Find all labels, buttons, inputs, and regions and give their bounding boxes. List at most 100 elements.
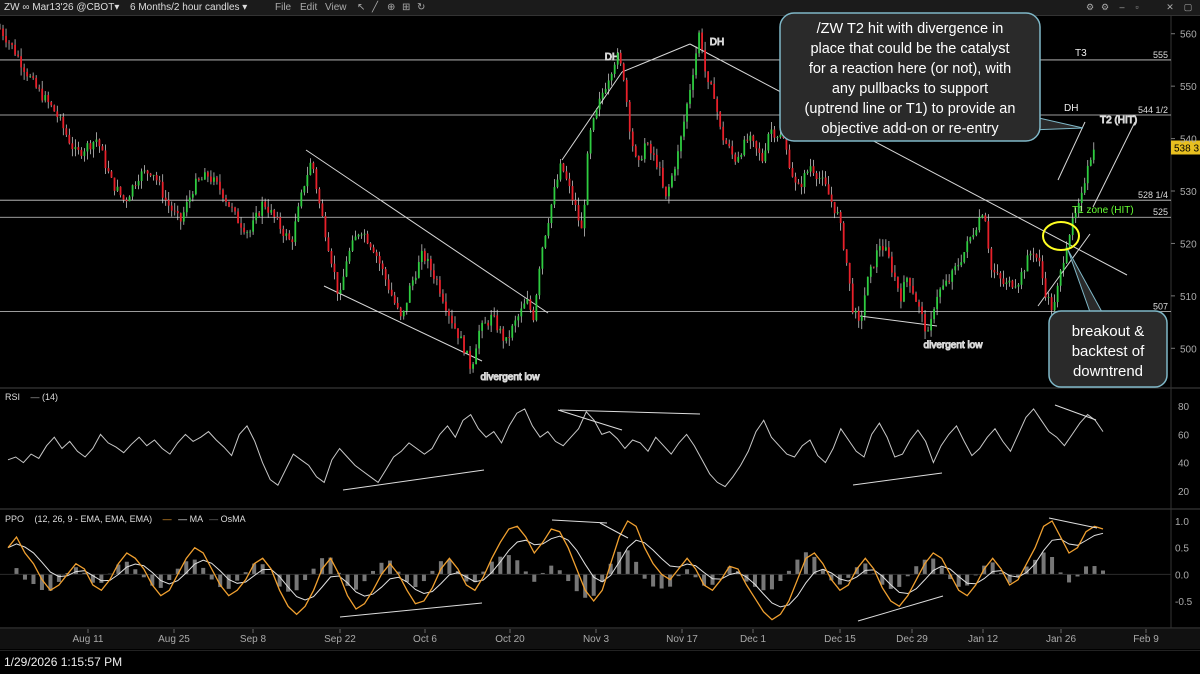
candle-body	[578, 205, 580, 220]
candle-body	[975, 230, 977, 235]
candle-body	[593, 118, 595, 130]
candle-body	[1081, 193, 1083, 203]
candle-body	[349, 251, 351, 262]
rsi-axis-label: 60	[1178, 430, 1190, 441]
candle-body	[129, 197, 131, 202]
candle-body	[978, 217, 980, 230]
candle-body	[906, 278, 908, 282]
candle-body	[469, 351, 471, 369]
candle-body	[641, 159, 643, 160]
candle-body	[795, 177, 797, 183]
candle-body	[207, 172, 209, 176]
candle-body	[303, 186, 305, 192]
candle-body	[213, 177, 215, 181]
level-tag: 544 1/2	[1138, 105, 1168, 115]
osma-bar	[422, 574, 426, 581]
candle-body	[999, 273, 1001, 278]
candle-body	[659, 167, 661, 168]
candle-body	[427, 259, 429, 261]
candle-body	[746, 140, 748, 141]
ppo-axis-label: 0.5	[1175, 544, 1189, 555]
candle-body	[68, 135, 70, 144]
candle-body	[819, 178, 821, 179]
candle-body	[1039, 258, 1041, 261]
osma-bar	[507, 555, 511, 574]
candle-body	[409, 286, 411, 303]
candle-body	[315, 169, 317, 189]
candle-body	[325, 216, 327, 237]
candle-body	[74, 147, 76, 149]
candle-body	[1042, 261, 1044, 278]
candle-body	[596, 109, 598, 118]
osma-bar	[795, 560, 799, 575]
candle-body	[1063, 263, 1065, 271]
x-axis-label: Dec 1	[740, 634, 767, 645]
candle-body	[189, 198, 191, 202]
candle-body	[635, 146, 637, 156]
candle-body	[397, 303, 399, 308]
candle-body	[1051, 297, 1053, 310]
candle-body	[728, 144, 730, 146]
candle-body	[734, 154, 736, 161]
candle-body	[502, 329, 504, 341]
osma-bar	[566, 574, 570, 581]
dh-label: DH	[710, 37, 724, 48]
osma-bar	[965, 574, 969, 585]
trendline	[1093, 122, 1135, 207]
candle-body	[529, 299, 531, 310]
candle-body	[993, 270, 995, 273]
candle-body	[2, 29, 4, 36]
candle-body	[843, 223, 845, 249]
candle-body	[864, 295, 866, 315]
level-label: T1 zone (HIT)	[1072, 205, 1134, 216]
candle-body	[924, 314, 926, 331]
candle-body	[77, 147, 79, 150]
candle-body	[1048, 297, 1050, 298]
candle-body	[680, 137, 682, 152]
candle-body	[249, 232, 251, 233]
ppo-divergence-line	[600, 523, 628, 538]
osma-bar	[167, 574, 171, 580]
candle-body	[424, 251, 426, 261]
rsi-axis-label: 40	[1178, 459, 1190, 470]
candle-body	[749, 136, 751, 141]
candle-body	[602, 93, 604, 99]
candle-body	[478, 331, 480, 349]
price-chart-svg[interactable]: 555T3544 1/2DH528 1/4525T1 zone (HIT)507…	[0, 0, 1200, 650]
candle-body	[873, 267, 875, 268]
osma-bar	[549, 566, 553, 575]
breakout-highlight-circle	[1043, 222, 1079, 250]
candle-body	[526, 299, 528, 303]
candle-body	[433, 270, 435, 279]
candle-body	[611, 74, 613, 80]
candle-body	[59, 117, 61, 118]
candle-body	[1036, 254, 1038, 257]
candle-body	[1027, 255, 1029, 271]
ppo-params: (12, 26, 9 - EMA, EMA, EMA)	[35, 514, 153, 524]
candle-body	[282, 229, 284, 236]
candle-body	[80, 150, 82, 156]
candle-body	[656, 155, 658, 167]
status-bar: 1/29/2026 1:15:57 PM	[0, 650, 1200, 674]
candle-body	[945, 281, 947, 286]
candle-body	[234, 208, 236, 212]
x-axis-label: Oct 6	[413, 634, 437, 645]
trendline	[562, 72, 622, 160]
candle-body	[346, 261, 348, 276]
osma-bar	[388, 561, 392, 575]
osma-bar	[897, 574, 901, 587]
osma-bar	[227, 574, 231, 589]
candle-body	[312, 163, 314, 169]
candle-body	[855, 311, 857, 313]
candle-body	[294, 221, 296, 242]
candle-body	[340, 290, 342, 294]
osma-bar	[413, 574, 417, 587]
candle-body	[481, 323, 483, 331]
candle-body	[138, 181, 140, 186]
candle-body	[171, 206, 173, 211]
candle-body	[120, 187, 122, 195]
osma-bar	[634, 562, 638, 574]
candle-body	[662, 168, 664, 187]
candle-body	[942, 285, 944, 289]
candle-body	[219, 182, 221, 190]
